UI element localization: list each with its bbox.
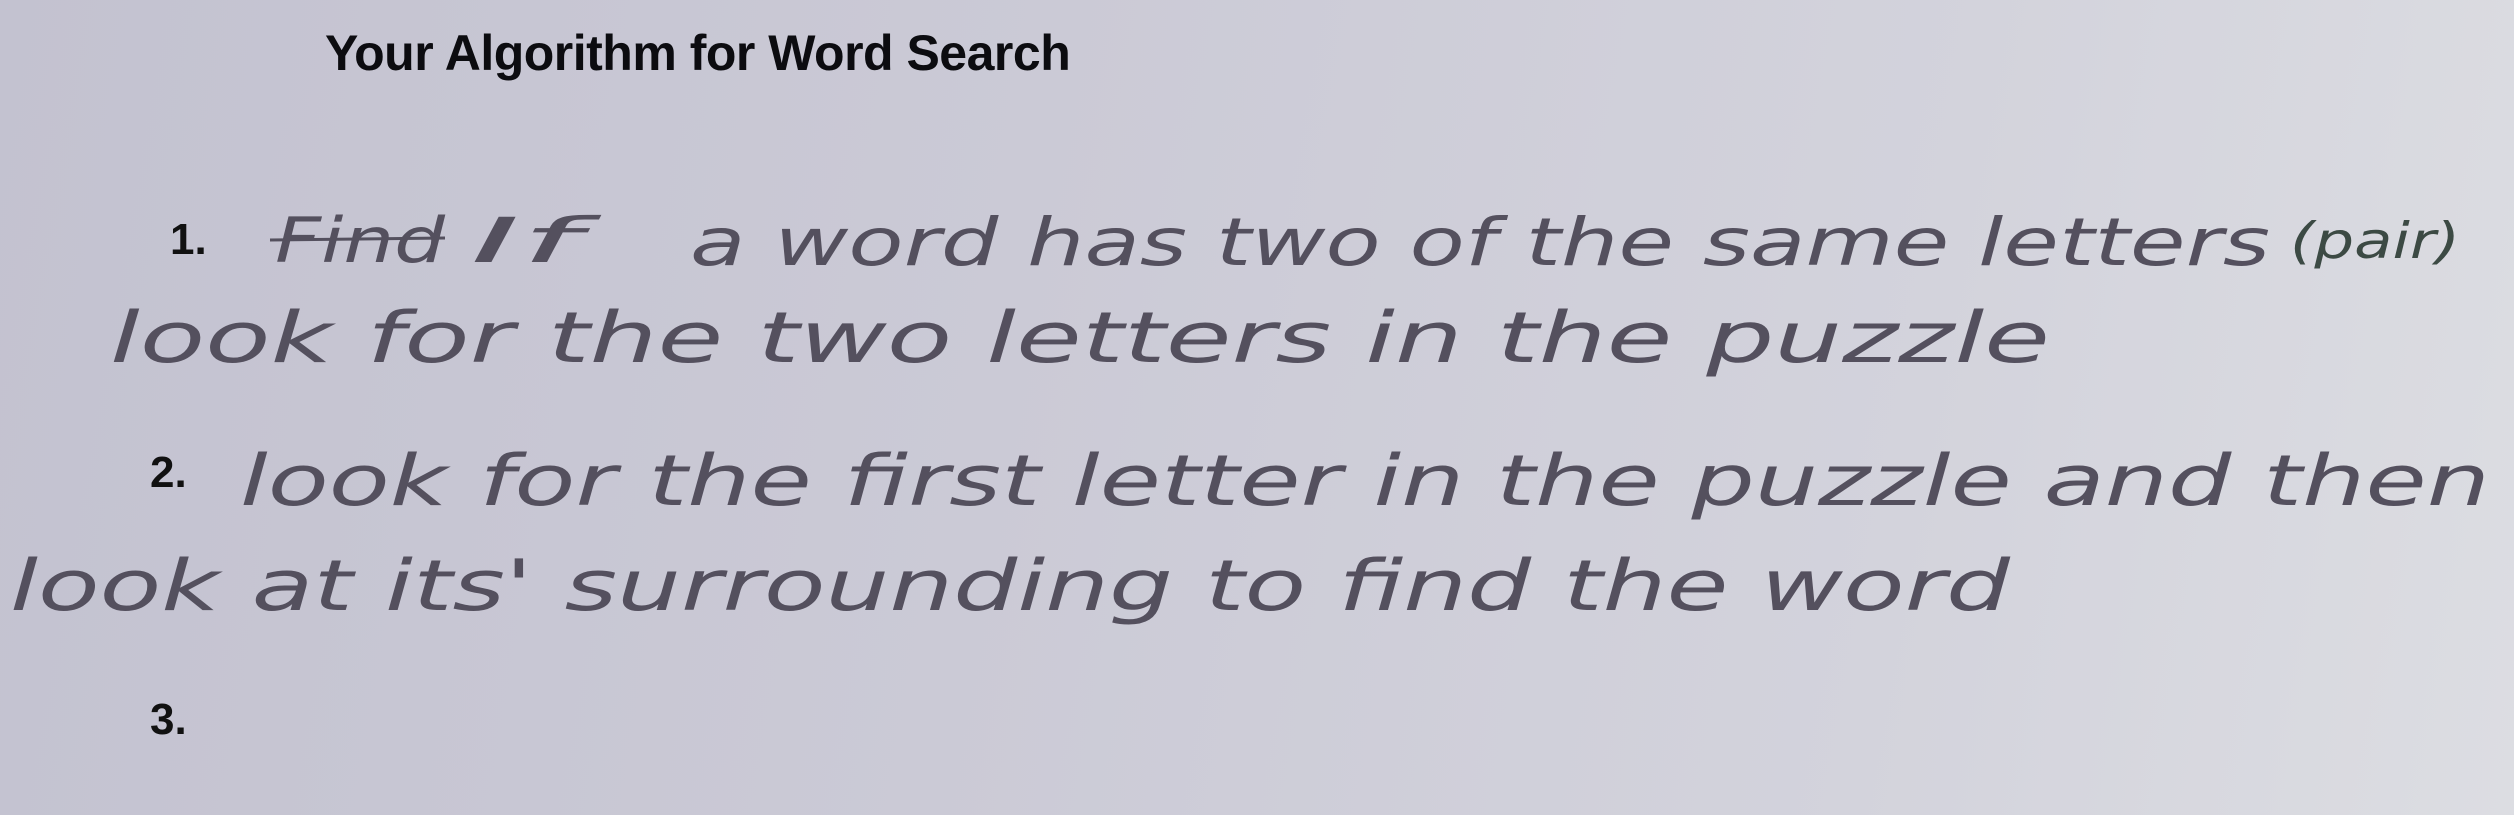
handwritten-text: look for the first letter in the puzzle … (240, 440, 2490, 522)
handwritten-text: look at its' surrounding to find the wor… (10, 545, 2011, 627)
handwritten-text: If (470, 204, 602, 277)
handwritten-text: look for the two letters in the puzzle (110, 297, 2050, 379)
handwritten-text: a word has two of the same letters (690, 204, 2270, 281)
handwriting-layer: Find If a word has two of the same lette… (10, 204, 2490, 627)
strikethrough-line (269, 236, 446, 242)
handwritten-annotation: (pair) (2290, 212, 2460, 270)
